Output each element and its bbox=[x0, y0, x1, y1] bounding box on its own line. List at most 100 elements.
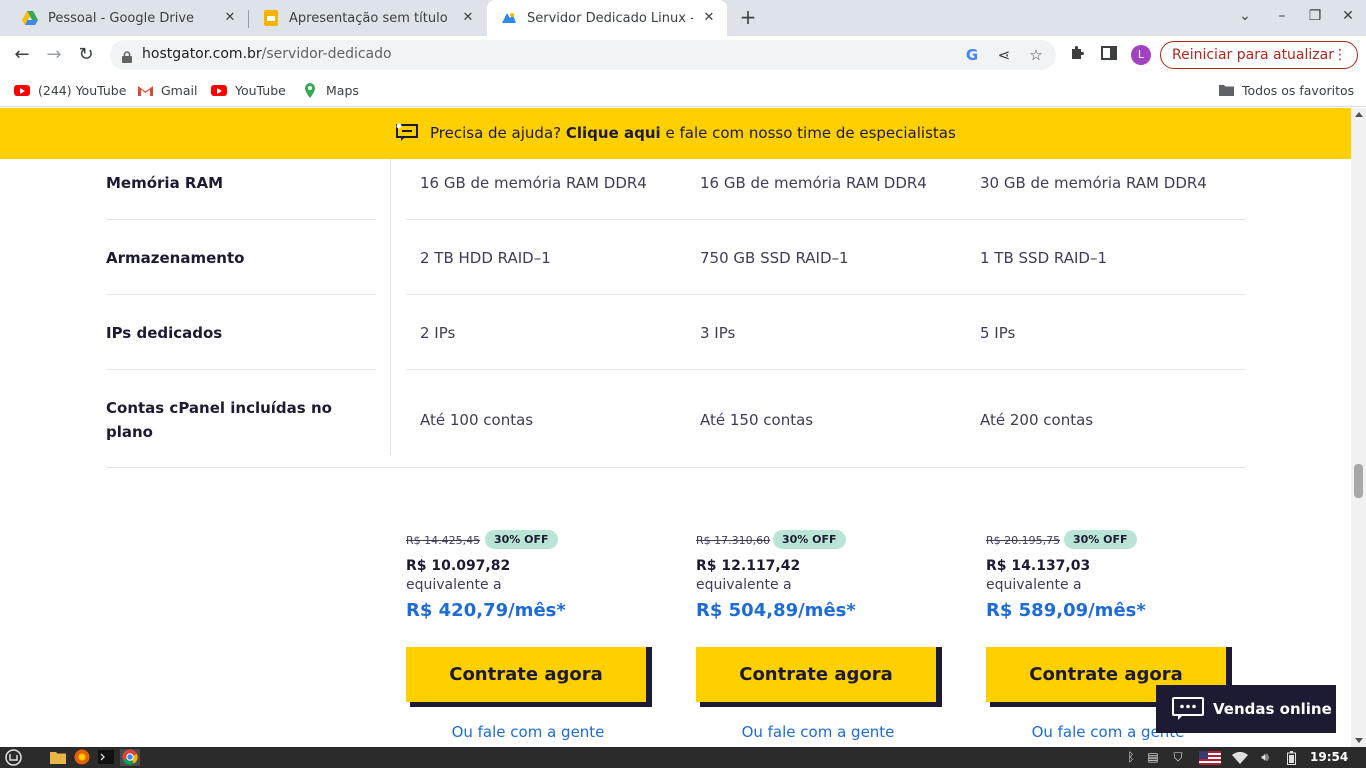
address-bar[interactable]: hostgator.com.br/servidor-dedicado G ⋖ ☆ bbox=[110, 40, 1056, 70]
equivalent-label: equivalente a bbox=[696, 577, 792, 593]
file-manager-icon[interactable] bbox=[50, 749, 67, 766]
forward-arrow-icon[interactable]: → bbox=[41, 43, 67, 67]
shield-icon[interactable]: ⛉ bbox=[1170, 749, 1186, 766]
discount-badge: 30% OFF bbox=[1064, 530, 1137, 549]
battery-icon[interactable] bbox=[1284, 749, 1298, 766]
contract-now-label: Contrate agora bbox=[406, 647, 646, 702]
row-divider bbox=[106, 294, 376, 295]
kebab-menu-icon[interactable]: ⋮ bbox=[1333, 42, 1347, 68]
spec-label-cpanel: Contas cPanel incluídas no plano bbox=[106, 396, 332, 444]
volume-icon[interactable]: 🔊︎ bbox=[1257, 749, 1273, 766]
new-tab-button[interactable]: + bbox=[736, 6, 760, 30]
bookmark-label: Maps bbox=[326, 82, 359, 98]
spec-value: Até 200 contas bbox=[980, 411, 1094, 429]
share-icon[interactable]: ⋖ bbox=[995, 46, 1013, 64]
help-link[interactable]: Clique aqui bbox=[566, 124, 661, 142]
page-scrollbar[interactable] bbox=[1351, 108, 1366, 747]
row-divider bbox=[406, 294, 1246, 295]
youtube-icon bbox=[14, 82, 30, 98]
close-window-icon[interactable]: ✕ bbox=[1338, 8, 1358, 24]
bluetooth-icon[interactable]: ᛒ bbox=[1124, 749, 1138, 766]
spec-label-storage: Armazenamento bbox=[106, 249, 245, 267]
browser-toolbar: ← → ↻ hostgator.com.br/servidor-dedicado… bbox=[0, 36, 1366, 74]
clipboard-icon[interactable]: ▤ bbox=[1146, 749, 1160, 766]
terminal-icon[interactable] bbox=[98, 749, 115, 766]
reload-icon[interactable]: ↻ bbox=[73, 43, 99, 67]
taskbar-clock[interactable]: 19:54 bbox=[1310, 750, 1348, 764]
google-lens-icon[interactable]: G bbox=[963, 46, 981, 64]
profile-avatar[interactable]: L bbox=[1131, 45, 1151, 65]
tab-google-drive[interactable]: Pessoal - Google Drive ✕ bbox=[8, 0, 248, 36]
bookmark-label: (244) YouTube bbox=[38, 82, 127, 98]
bookmark-youtube-244[interactable]: (244) YouTube bbox=[14, 82, 126, 98]
spec-value: Até 100 contas bbox=[420, 411, 534, 429]
scroll-up-arrow-icon[interactable] bbox=[1355, 112, 1363, 117]
start-menu-icon[interactable] bbox=[5, 749, 22, 766]
scroll-down-arrow-icon[interactable] bbox=[1355, 738, 1363, 743]
tab-google-slides[interactable]: Apresentação sem título - Apresentações … bbox=[249, 0, 486, 36]
us-flag-icon[interactable] bbox=[1199, 749, 1221, 766]
online-sales-chat-button[interactable]: Vendas online bbox=[1156, 685, 1336, 733]
spec-label-line: Contas cPanel incluídas no bbox=[106, 399, 332, 417]
url-host: hostgator.com.br bbox=[142, 46, 262, 62]
equivalent-label: equivalente a bbox=[986, 577, 1082, 593]
bookmark-label: Gmail bbox=[161, 82, 198, 98]
tab-hostgator[interactable]: Servidor Dedicado Linux - A melhor ✕ bbox=[487, 0, 727, 36]
minimize-icon[interactable]: – bbox=[1272, 8, 1292, 24]
tab-title: Apresentação sem título - Apresentações … bbox=[289, 10, 452, 26]
spec-value: 30 GB de memória RAM DDR4 bbox=[980, 174, 1207, 192]
help-prefix: Precisa de ajuda? bbox=[430, 124, 562, 142]
url-text: hostgator.com.br/servidor-dedicado bbox=[142, 46, 392, 62]
spec-value: 2 IPs bbox=[420, 324, 456, 342]
chrome-taskbar-icon[interactable] bbox=[120, 749, 140, 766]
close-tab-icon[interactable]: ✕ bbox=[701, 10, 717, 26]
plan-price: R$ 14.137,03 bbox=[986, 558, 1091, 574]
restart-to-update-button[interactable]: Reiniciar para atualizar ⋮ bbox=[1160, 41, 1358, 69]
side-panel-icon[interactable] bbox=[1099, 45, 1119, 65]
talk-to-us-link[interactable]: Ou fale com a gente bbox=[695, 723, 941, 741]
contract-now-button[interactable]: Contrate agora bbox=[406, 647, 652, 707]
contract-now-button[interactable]: Contrate agora bbox=[696, 647, 942, 707]
spec-value: 750 GB SSD RAID–1 bbox=[700, 249, 849, 267]
tab-search-icon[interactable]: ⌄ bbox=[1235, 8, 1255, 24]
column-divider bbox=[390, 159, 391, 455]
help-suffix: e fale com nosso time de especialistas bbox=[665, 124, 956, 142]
all-bookmarks-folder[interactable]: Todos os favoritos bbox=[1218, 82, 1354, 98]
bookmark-maps[interactable]: Maps bbox=[302, 82, 359, 98]
wifi-icon[interactable] bbox=[1232, 749, 1248, 766]
bookmark-youtube[interactable]: YouTube bbox=[211, 82, 286, 98]
firefox-icon[interactable] bbox=[74, 749, 91, 766]
help-banner[interactable]: Precisa de ajuda? Clique aqui e fale com… bbox=[0, 108, 1351, 159]
os-taskbar: ᛒ ▤ ⛉ 🔊︎ 19:54 bbox=[0, 747, 1366, 768]
close-tab-icon[interactable]: ✕ bbox=[460, 10, 476, 26]
close-tab-icon[interactable]: ✕ bbox=[222, 10, 238, 26]
monthly-price: R$ 589,09/mês* bbox=[986, 600, 1146, 621]
table-bottom-rule bbox=[106, 467, 1246, 468]
monthly-price: R$ 504,89/mês* bbox=[696, 600, 856, 621]
old-price: R$ 17.310,60 bbox=[696, 534, 771, 547]
online-sales-label: Vendas online bbox=[1213, 700, 1332, 718]
bookmark-gmail[interactable]: Gmail bbox=[137, 82, 197, 98]
scrollbar-thumb[interactable] bbox=[1354, 464, 1363, 498]
spec-label-ips: IPs dedicados bbox=[106, 324, 223, 342]
extensions-puzzle-icon[interactable] bbox=[1067, 45, 1087, 65]
old-price: R$ 14.425,45 bbox=[406, 534, 481, 547]
bookmarks-bar: (244) YouTube Gmail YouTube Maps Todos o… bbox=[0, 74, 1366, 107]
back-arrow-icon[interactable]: ← bbox=[9, 43, 35, 67]
tab-title: Pessoal - Google Drive bbox=[48, 10, 195, 26]
google-drive-icon bbox=[22, 10, 38, 26]
talk-to-us-link[interactable]: Ou fale com a gente bbox=[405, 723, 651, 741]
spec-label-line: plano bbox=[106, 423, 153, 441]
help-banner-text: Precisa de ajuda? Clique aqui e fale com… bbox=[430, 124, 956, 142]
spec-label-ram: Memória RAM bbox=[106, 174, 224, 192]
restore-icon[interactable]: ❐ bbox=[1305, 8, 1325, 24]
bookmark-star-icon[interactable]: ☆ bbox=[1027, 46, 1045, 64]
spec-value: 16 GB de memória RAM DDR4 bbox=[700, 174, 927, 192]
lock-icon bbox=[122, 48, 132, 63]
restart-to-update-label: Reiniciar para atualizar bbox=[1172, 47, 1334, 63]
page-viewport: Precisa de ajuda? Clique aqui e fale com… bbox=[0, 108, 1351, 747]
spec-value: 3 IPs bbox=[700, 324, 736, 342]
row-divider bbox=[406, 369, 1246, 370]
discount-badge: 30% OFF bbox=[773, 530, 846, 549]
spec-value: 2 TB HDD RAID–1 bbox=[420, 249, 551, 267]
